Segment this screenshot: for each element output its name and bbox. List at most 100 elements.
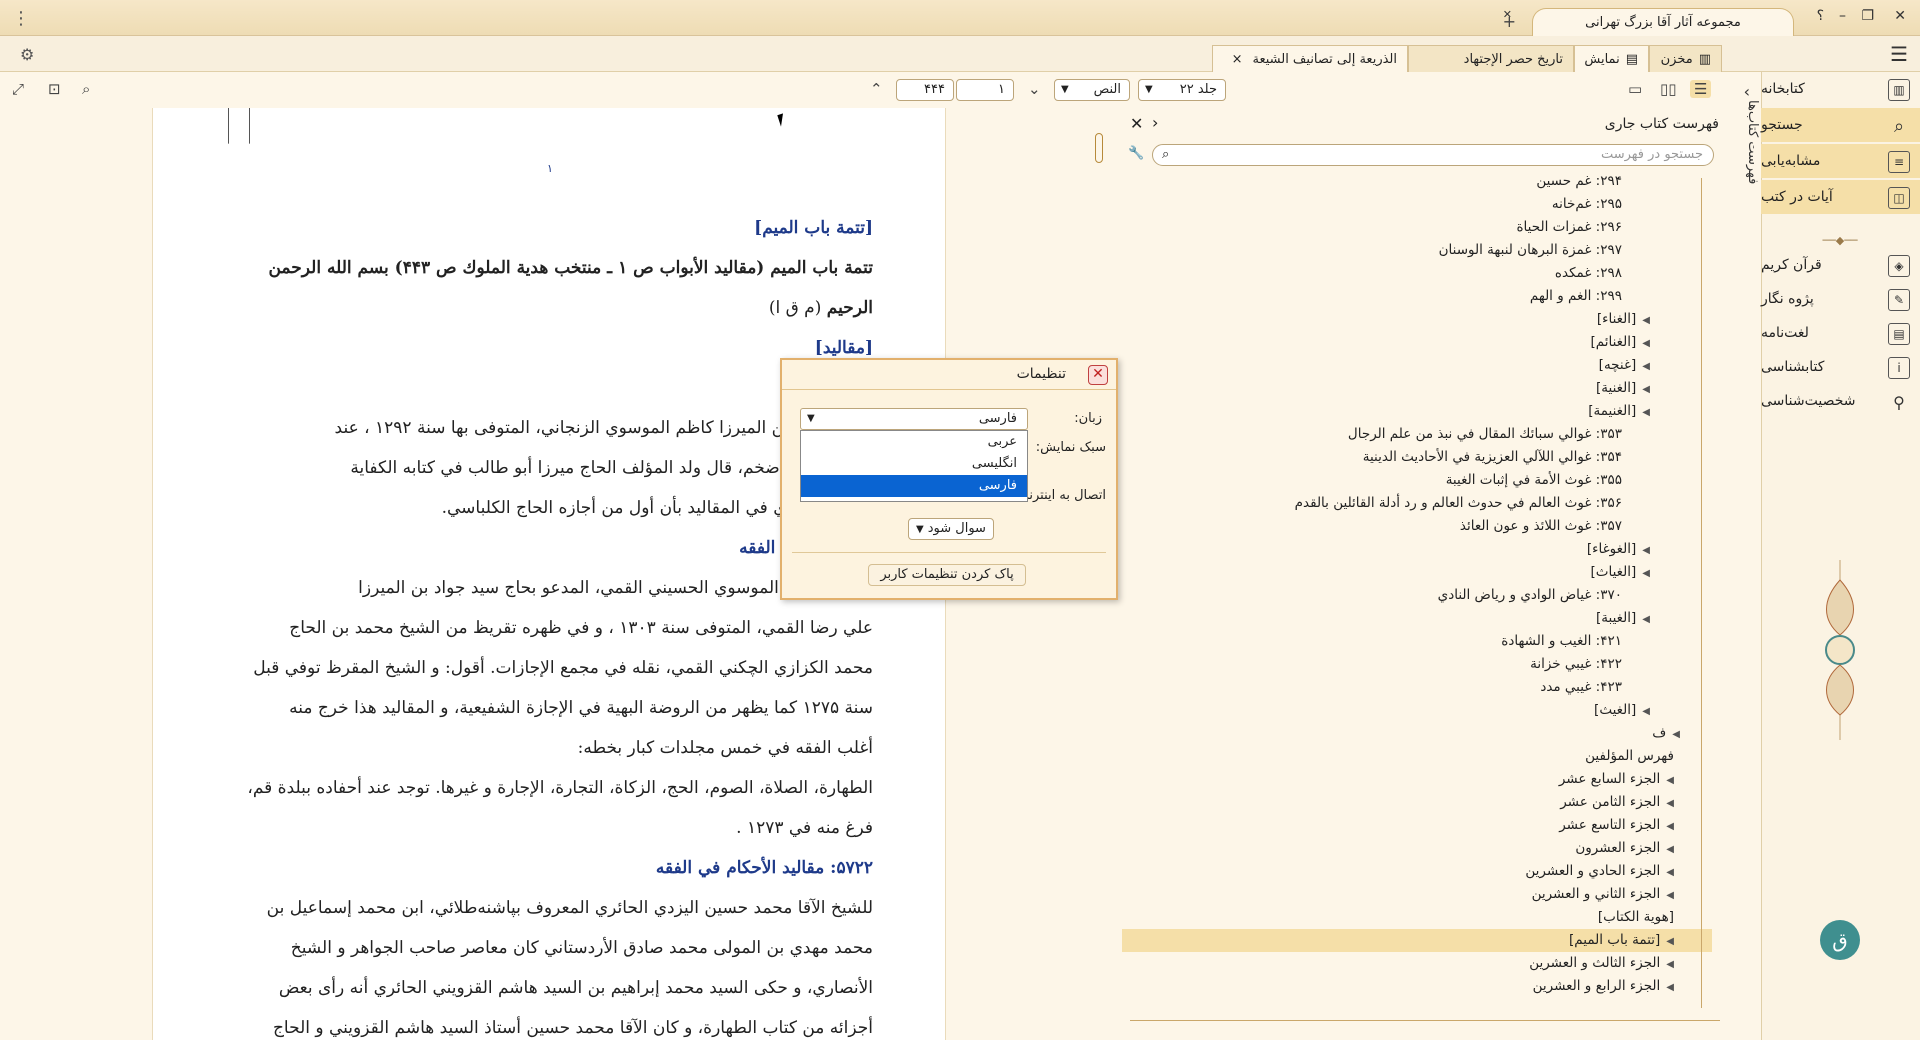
- language-option[interactable]: انگلیسی: [801, 453, 1027, 475]
- sidebar-item-quran[interactable]: ◈ قرآن کریم: [1761, 248, 1920, 282]
- hamburger-icon[interactable]: ☰: [1890, 42, 1908, 66]
- toc-item[interactable]: ◀ الجزء السابع عشر: [1122, 768, 1712, 791]
- expand-arrow-icon[interactable]: ◀: [1642, 361, 1650, 372]
- expand-arrow-icon[interactable]: ◀: [1666, 959, 1674, 970]
- close-icon[interactable]: ✕: [1130, 114, 1143, 133]
- tab-display[interactable]: ▤ نمایش: [1574, 45, 1649, 72]
- fullscreen-icon[interactable]: ⤢: [12, 80, 24, 98]
- expand-arrow-icon[interactable]: ◀: [1642, 706, 1650, 717]
- sidebar-item-similar[interactable]: ≡ مشابه‌یابی: [1761, 144, 1920, 178]
- expand-arrow-icon[interactable]: ◀: [1666, 982, 1674, 993]
- tab-close-icon[interactable]: ×: [1232, 52, 1243, 67]
- toc-item[interactable]: ◀ [الغنيمة]: [1122, 400, 1712, 423]
- toc-item[interactable]: ۳۵۷: غوث اللائذ و عون العائذ: [1122, 515, 1712, 538]
- expand-arrow-icon[interactable]: ◀: [1642, 315, 1650, 326]
- app-tab[interactable]: مجموعه آثار آقا بزرگ تهرانی: [1532, 8, 1794, 36]
- toc-item[interactable]: ۴۲۲: غيبي خزانة: [1122, 653, 1712, 676]
- toc-item[interactable]: ۳۷۰: غياض الوادي و رياض النادي: [1122, 584, 1712, 607]
- toc-item[interactable]: ◀ [الغوغاء]: [1122, 538, 1712, 561]
- tab-dharia[interactable]: الذريعة إلى تصانيف الشيعة ×: [1212, 45, 1408, 72]
- toc-item[interactable]: ۲۹۶: غمزات الحياة: [1122, 216, 1712, 239]
- toc-item[interactable]: ۳۵۳: غوالي سبائك المقال في نبذ من علم ال…: [1122, 423, 1712, 446]
- toc-item[interactable]: ◀ الجزء العشرون: [1122, 837, 1712, 860]
- language-select[interactable]: ▼ فارسی: [800, 408, 1028, 430]
- toc-item[interactable]: ۲۹۸: غمكده: [1122, 262, 1712, 285]
- toc-item[interactable]: ◀ الجزء الثالث و العشرين: [1122, 952, 1712, 975]
- chevron-up-icon[interactable]: ⌃: [870, 80, 883, 98]
- toc-item[interactable]: ◀ الجزء الثاني و العشرين: [1122, 883, 1712, 906]
- toc-search-input[interactable]: جستجو در فهرست: [1152, 144, 1714, 166]
- toc-item[interactable]: ۲۹۷: غمزة البرهان لنبهة الوسنان: [1122, 239, 1712, 262]
- expand-arrow-icon[interactable]: ◀: [1642, 568, 1650, 579]
- toc-item[interactable]: ◀ [غنچه]: [1122, 354, 1712, 377]
- toc-item[interactable]: ۴۲۳: غيبي مدد: [1122, 676, 1712, 699]
- window-close-icon[interactable]: ✕: [1894, 8, 1906, 24]
- expand-arrow-icon[interactable]: ◀: [1642, 545, 1650, 556]
- expand-arrow-icon[interactable]: ◀: [1642, 338, 1650, 349]
- toc-item[interactable]: فهرس المؤلفين: [1122, 745, 1712, 768]
- toc-item[interactable]: ◀ الجزء الرابع و العشرين: [1122, 975, 1712, 998]
- toc-item[interactable]: ◀ [الغنائم]: [1122, 331, 1712, 354]
- wrench-icon[interactable]: 🔧: [1128, 146, 1144, 161]
- sidebar-vertical-label[interactable]: فهرست کتاب‌ها: [1738, 100, 1760, 184]
- expand-arrow-icon[interactable]: ◀: [1642, 384, 1650, 395]
- reset-settings-button[interactable]: پاک کردن تنظیمات کاربر: [868, 564, 1026, 586]
- toc-item[interactable]: ◀ [تتمة باب الميم]: [1122, 929, 1712, 952]
- toc-item[interactable]: ◀ [الغياث]: [1122, 561, 1712, 584]
- mode-select[interactable]: ▼ النص: [1054, 79, 1130, 101]
- tab-tarikh[interactable]: تاریخ حصر الإجتهاد: [1408, 45, 1574, 72]
- toc-item[interactable]: ◀ [الغيث]: [1122, 699, 1712, 722]
- expand-arrow-icon[interactable]: ◀: [1666, 798, 1674, 809]
- sidebar-item-note[interactable]: ✎ پژوه نگار: [1761, 282, 1920, 316]
- expand-arrow-icon[interactable]: ◀: [1666, 844, 1674, 855]
- language-option[interactable]: فارسی: [801, 475, 1027, 497]
- toc-item[interactable]: ◀ الجزء التاسع عشر: [1122, 814, 1712, 837]
- toc-scrollbar[interactable]: [1701, 178, 1709, 1008]
- gear-icon[interactable]: ⚙: [20, 45, 34, 64]
- dual-page-icon[interactable]: ⊡: [48, 80, 61, 98]
- tab-repository[interactable]: ▥ مخزن: [1649, 45, 1722, 72]
- toc-item[interactable]: ۲۹۹: الغم و الهم: [1122, 285, 1712, 308]
- sidebar-item-bibliography[interactable]: i کتابشناسی: [1761, 350, 1920, 384]
- sidebar-item-verses[interactable]: ◫ آیات در کتب: [1761, 180, 1920, 214]
- expand-arrow-icon[interactable]: ◀: [1672, 729, 1680, 740]
- toc-item[interactable]: ۳۵۵: غوث الأمة في إثبات الغيبة: [1122, 469, 1712, 492]
- toc-item[interactable]: [هوية الكتاب]: [1122, 906, 1712, 929]
- expand-arrow-icon[interactable]: ◀: [1666, 775, 1674, 786]
- chevron-left-icon[interactable]: ‹: [1744, 82, 1750, 101]
- book-view-icon[interactable]: ▯▯: [1660, 80, 1677, 98]
- toc-item[interactable]: ◀ف: [1122, 722, 1712, 745]
- app-menu-icon[interactable]: ⋮: [12, 8, 30, 29]
- sidebar-item-person[interactable]: ⚲ شخصیت‌شناسی: [1761, 384, 1920, 418]
- expand-arrow-icon[interactable]: ◀: [1666, 821, 1674, 832]
- internet-ask-select[interactable]: سوال شود▼: [908, 518, 994, 540]
- volume-select[interactable]: ▼ جلد ۲۲: [1138, 79, 1226, 101]
- expand-arrow-icon[interactable]: ◀: [1666, 867, 1674, 878]
- search-icon[interactable]: ⌕: [82, 80, 90, 98]
- toc-item[interactable]: ۲۹۴: غم حسين: [1122, 170, 1712, 193]
- bookmark-icon[interactable]: [228, 108, 250, 144]
- list-view-icon[interactable]: ☰: [1690, 80, 1712, 98]
- toc-item[interactable]: ◀ [الغيبة]: [1122, 607, 1712, 630]
- dialog-close-button[interactable]: ✕: [1088, 365, 1108, 385]
- sidebar-item-search[interactable]: ⌕ جستجو: [1761, 108, 1920, 142]
- single-page-icon[interactable]: ▭: [1628, 80, 1642, 98]
- chevron-left-icon[interactable]: ‹: [1152, 113, 1158, 132]
- chevron-down-icon[interactable]: ⌄: [1028, 80, 1041, 98]
- help-button[interactable]: ؟: [1817, 8, 1824, 24]
- restore-icon[interactable]: ❐: [1861, 8, 1874, 24]
- toc-item[interactable]: ◀ الجزء الحادي و العشرين: [1122, 860, 1712, 883]
- toc-horizontal-scrollbar[interactable]: [1130, 1020, 1720, 1032]
- expand-arrow-icon[interactable]: ◀: [1642, 614, 1650, 625]
- expand-arrow-icon[interactable]: ◀: [1666, 890, 1674, 901]
- scrollbar-thumb[interactable]: [1095, 133, 1103, 163]
- sidebar-item-library[interactable]: ▥ کتابخانه: [1761, 72, 1920, 106]
- toc-item[interactable]: ۲۹۵: غم‌خانه: [1122, 193, 1712, 216]
- toc-item[interactable]: ◀ الجزء الثامن عشر: [1122, 791, 1712, 814]
- expand-arrow-icon[interactable]: ◀: [1666, 936, 1674, 947]
- toc-item[interactable]: ۳۵۴: غوالي اللآلي العزيزية في الأحاديث ا…: [1122, 446, 1712, 469]
- page-number-input[interactable]: ۱: [956, 79, 1014, 101]
- toc-item[interactable]: ۴۲۱: الغيب و الشهادة: [1122, 630, 1712, 653]
- language-option[interactable]: عربی: [801, 431, 1027, 453]
- toc-item[interactable]: ۳۵۶: غوث العالم في حدوث العالم و رد أدلة…: [1122, 492, 1712, 515]
